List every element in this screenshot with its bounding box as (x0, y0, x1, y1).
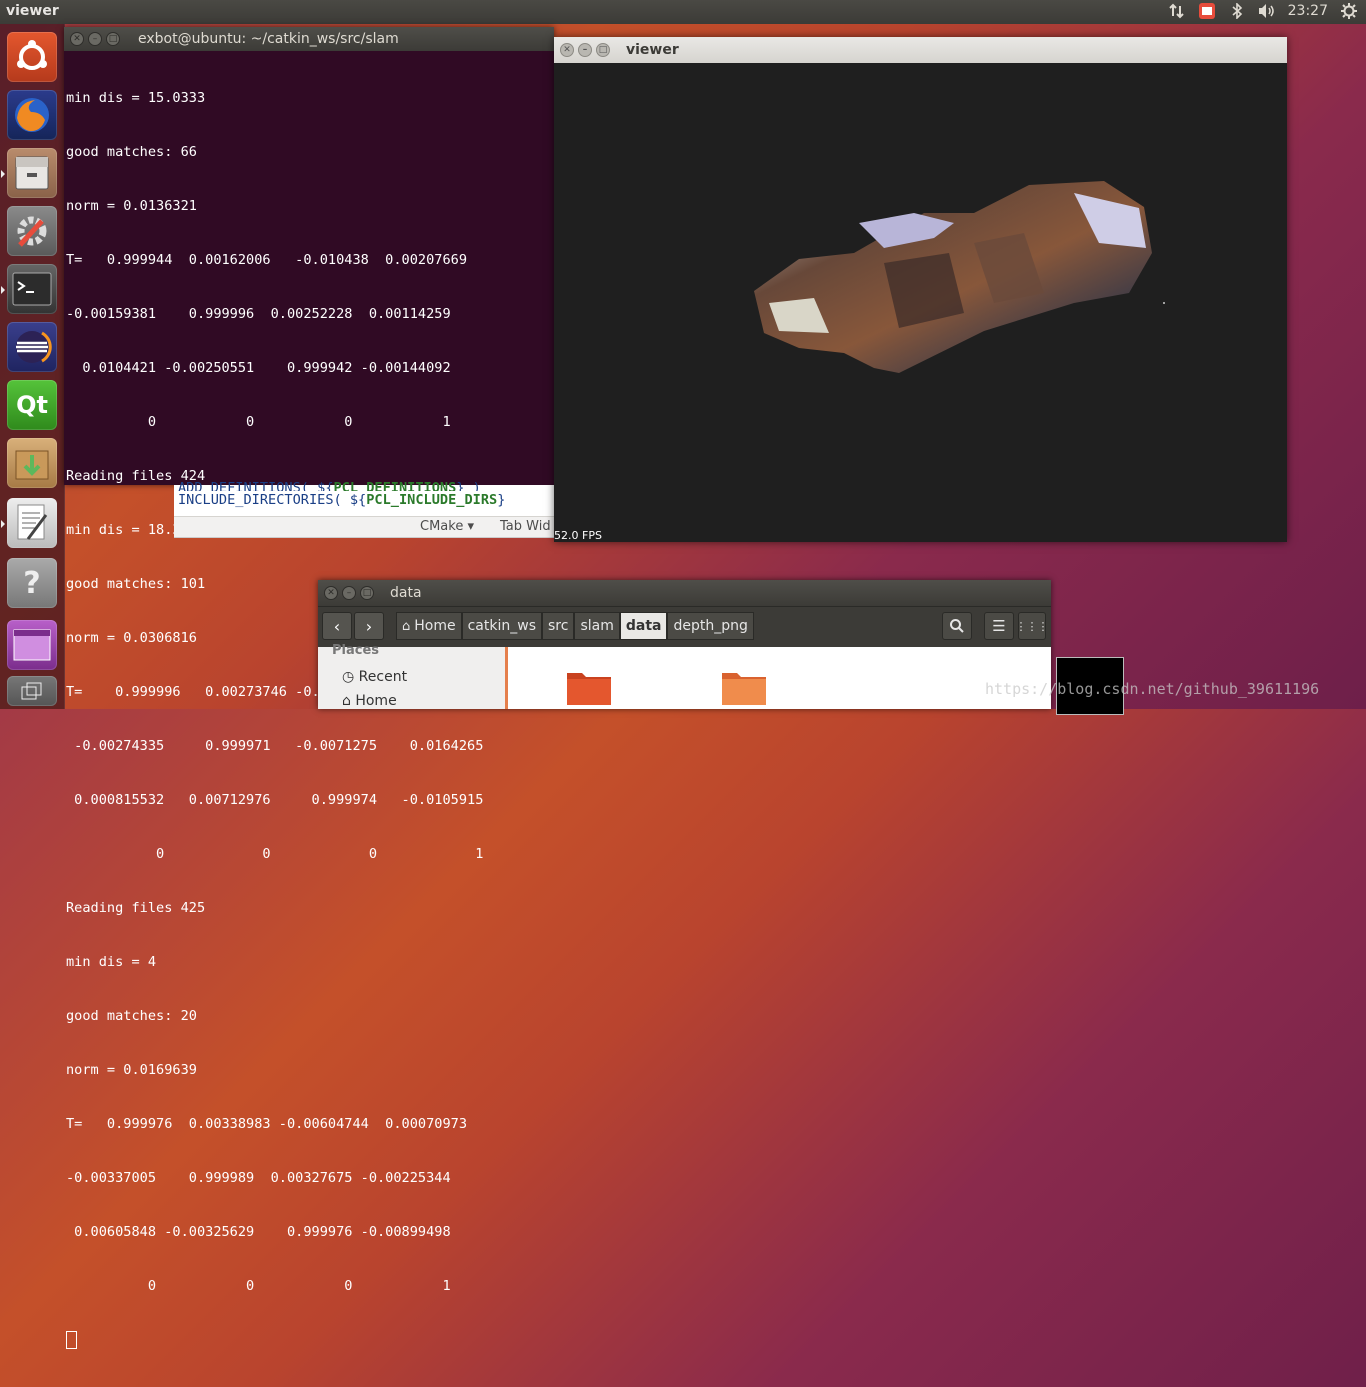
forward-button[interactable]: › (354, 612, 384, 640)
bluetooth-icon[interactable] (1228, 2, 1246, 20)
home-icon: ⌂ (402, 618, 411, 634)
editor-statusbar: CMake ▾ Tab Wid (174, 516, 554, 537)
top-panel: viewer 23:27 (0, 0, 1366, 24)
chevron-left-icon: ‹ (333, 616, 341, 636)
minimize-icon[interactable]: – (578, 43, 592, 57)
breadcrumb-catkin-ws[interactable]: catkin_ws (461, 612, 542, 640)
terminal-line: T= 0.999976 0.00338983 -0.00604744 0.000… (66, 1116, 468, 1132)
window-switcher-icon[interactable] (7, 676, 57, 706)
terminal-window[interactable]: ✕ – □ exbot@ubuntu: ~/catkin_ws/src/slam… (64, 27, 554, 1349)
power-gear-icon[interactable] (1340, 2, 1358, 20)
places-sidebar: Places ◷ Recent ⌂ Home (318, 643, 508, 709)
terminal-line: norm = 0.0136321 (66, 198, 197, 214)
qt-creator-icon[interactable]: Qt (7, 380, 57, 430)
maximize-icon[interactable]: □ (360, 586, 374, 600)
back-button[interactable]: ‹ (322, 612, 352, 640)
eclipse-icon[interactable] (7, 322, 57, 372)
viewer-titlebar[interactable]: ✕ – □ viewer (554, 37, 1287, 63)
maximize-icon[interactable]: □ (596, 43, 610, 57)
terminal-line: -0.00274335 0.999971 -0.0071275 0.016426… (66, 738, 484, 754)
fps-counter: 52.0 FPS (554, 529, 602, 542)
point-cloud-render (754, 181, 1165, 373)
text-editor-window[interactable]: ADD_DEFINITIONS( ${PCL_DEFINITIONS} ) IN… (174, 480, 554, 538)
files-titlebar[interactable]: ✕ – □ data (318, 580, 1051, 606)
clock[interactable]: 23:27 (1288, 3, 1328, 19)
ubuntu-dash-icon[interactable] (7, 32, 57, 82)
close-icon[interactable]: ✕ (560, 43, 574, 57)
home-icon: ⌂ (342, 693, 356, 709)
grid-icon: ⋮⋮⋮ (1015, 619, 1049, 633)
pcl-viewer-window[interactable]: ✕ – □ viewer 52.0 FPS (554, 37, 1287, 542)
viewer-title: viewer (626, 42, 679, 58)
code-line[interactable]: INCLUDE_DIRECTORIES( ${PCL_INCLUDE_DIRS} (174, 491, 554, 509)
firefox-icon[interactable] (7, 90, 57, 140)
chevron-right-icon: › (365, 616, 373, 636)
search-icon (950, 619, 964, 633)
grid-view-button[interactable]: ⋮⋮⋮ (1015, 612, 1049, 640)
point-cloud-canvas[interactable]: 52.0 FPS (554, 63, 1287, 542)
minimize-icon[interactable]: – (342, 586, 356, 600)
terminal-output[interactable]: min dis = 15.0333 good matches: 66 norm … (64, 51, 554, 1387)
files-content (508, 647, 1124, 715)
terminal-line: good matches: 66 (66, 144, 197, 160)
breadcrumb-data[interactable]: data (619, 612, 668, 640)
input-method-icon[interactable] (1198, 2, 1216, 20)
help-icon[interactable]: ? (7, 558, 57, 608)
terminal-line: -0.00159381 0.999996 0.00252228 0.001142… (66, 306, 451, 322)
language-selector[interactable]: CMake ▾ (420, 519, 474, 534)
sidebar-heading: Places (332, 643, 380, 658)
watermark: https://blog.csdn.net/github_39611196 (985, 680, 1320, 698)
workspace-switcher-icon[interactable] (7, 620, 57, 670)
terminal-line: 0 0 0 1 (66, 414, 451, 430)
terminal-line: 0.00605848 -0.00325629 0.999976 -0.00899… (66, 1224, 451, 1240)
sidebar-item-recent[interactable]: ◷ Recent (342, 669, 407, 685)
terminal-line: min dis = 15.0333 (66, 90, 206, 106)
menu-icon: ☰ (992, 617, 1006, 635)
terminal-line: 0 0 0 1 (66, 846, 484, 862)
breadcrumb: ⌂ Home catkin_ws src slam data depth_png (396, 612, 754, 640)
folder-icon[interactable] (721, 667, 767, 705)
terminal-line: Reading files 425 (66, 900, 206, 916)
code-line[interactable]: ADD_DEFINITIONS( ${PCL_DEFINITIONS} ) (174, 479, 554, 491)
terminal-icon[interactable] (1, 264, 57, 314)
breadcrumb-slam[interactable]: slam (574, 612, 620, 640)
network-arrows-icon[interactable] (1168, 2, 1186, 20)
terminal-title: exbot@ubuntu: ~/catkin_ws/src/slam (138, 31, 399, 47)
terminal-cursor (66, 1331, 77, 1349)
launcher: Qt ? (0, 24, 65, 709)
files-title: data (390, 585, 422, 601)
terminal-line: good matches: 20 (66, 1008, 197, 1024)
maximize-icon[interactable]: □ (106, 32, 120, 46)
files-toolbar: ‹ › ⌂ Home catkin_ws src slam data depth_… (318, 606, 1051, 647)
terminal-line: min dis = 4 (66, 954, 157, 970)
list-view-button[interactable]: ☰ (984, 612, 1014, 640)
system-settings-icon[interactable] (7, 206, 57, 256)
terminal-line: norm = 0.0169639 (66, 1062, 197, 1078)
sidebar-item-home[interactable]: ⌂ Home (342, 693, 397, 709)
terminal-line: -0.00337005 0.999989 0.00327675 -0.00225… (66, 1170, 451, 1186)
search-button[interactable] (942, 612, 972, 640)
terminal-line: 0.0104421 -0.00250551 0.999942 -0.001440… (66, 360, 451, 376)
tab-width-selector[interactable]: Tab Wid (500, 519, 551, 534)
active-app-title: viewer (6, 3, 59, 19)
terminal-titlebar[interactable]: ✕ – □ exbot@ubuntu: ~/catkin_ws/src/slam (64, 27, 554, 51)
file-manager-window[interactable]: ✕ – □ data ‹ › ⌂ Home catkin_ws src slam … (318, 580, 1124, 715)
breadcrumb-home[interactable]: ⌂ Home (396, 612, 462, 640)
close-icon[interactable]: ✕ (70, 32, 84, 46)
terminal-line: 0.000815532 0.00712976 0.999974 -0.01059… (66, 792, 484, 808)
breadcrumb-src[interactable]: src (542, 612, 575, 640)
breadcrumb-depth-png[interactable]: depth_png (667, 612, 754, 640)
volume-icon[interactable] (1258, 2, 1276, 20)
close-icon[interactable]: ✕ (324, 586, 338, 600)
archive-manager-icon[interactable] (7, 438, 57, 488)
folder-icon[interactable] (566, 667, 612, 705)
text-editor-icon[interactable] (1, 498, 57, 548)
files-icon[interactable] (1, 148, 57, 198)
terminal-line: T= 0.999944 0.00162006 -0.010438 0.00207… (66, 252, 468, 268)
system-tray: 23:27 (1168, 2, 1358, 20)
minimize-icon[interactable]: – (88, 32, 102, 46)
clock-icon: ◷ (342, 669, 359, 685)
terminal-line: 0 0 0 1 (66, 1278, 451, 1294)
